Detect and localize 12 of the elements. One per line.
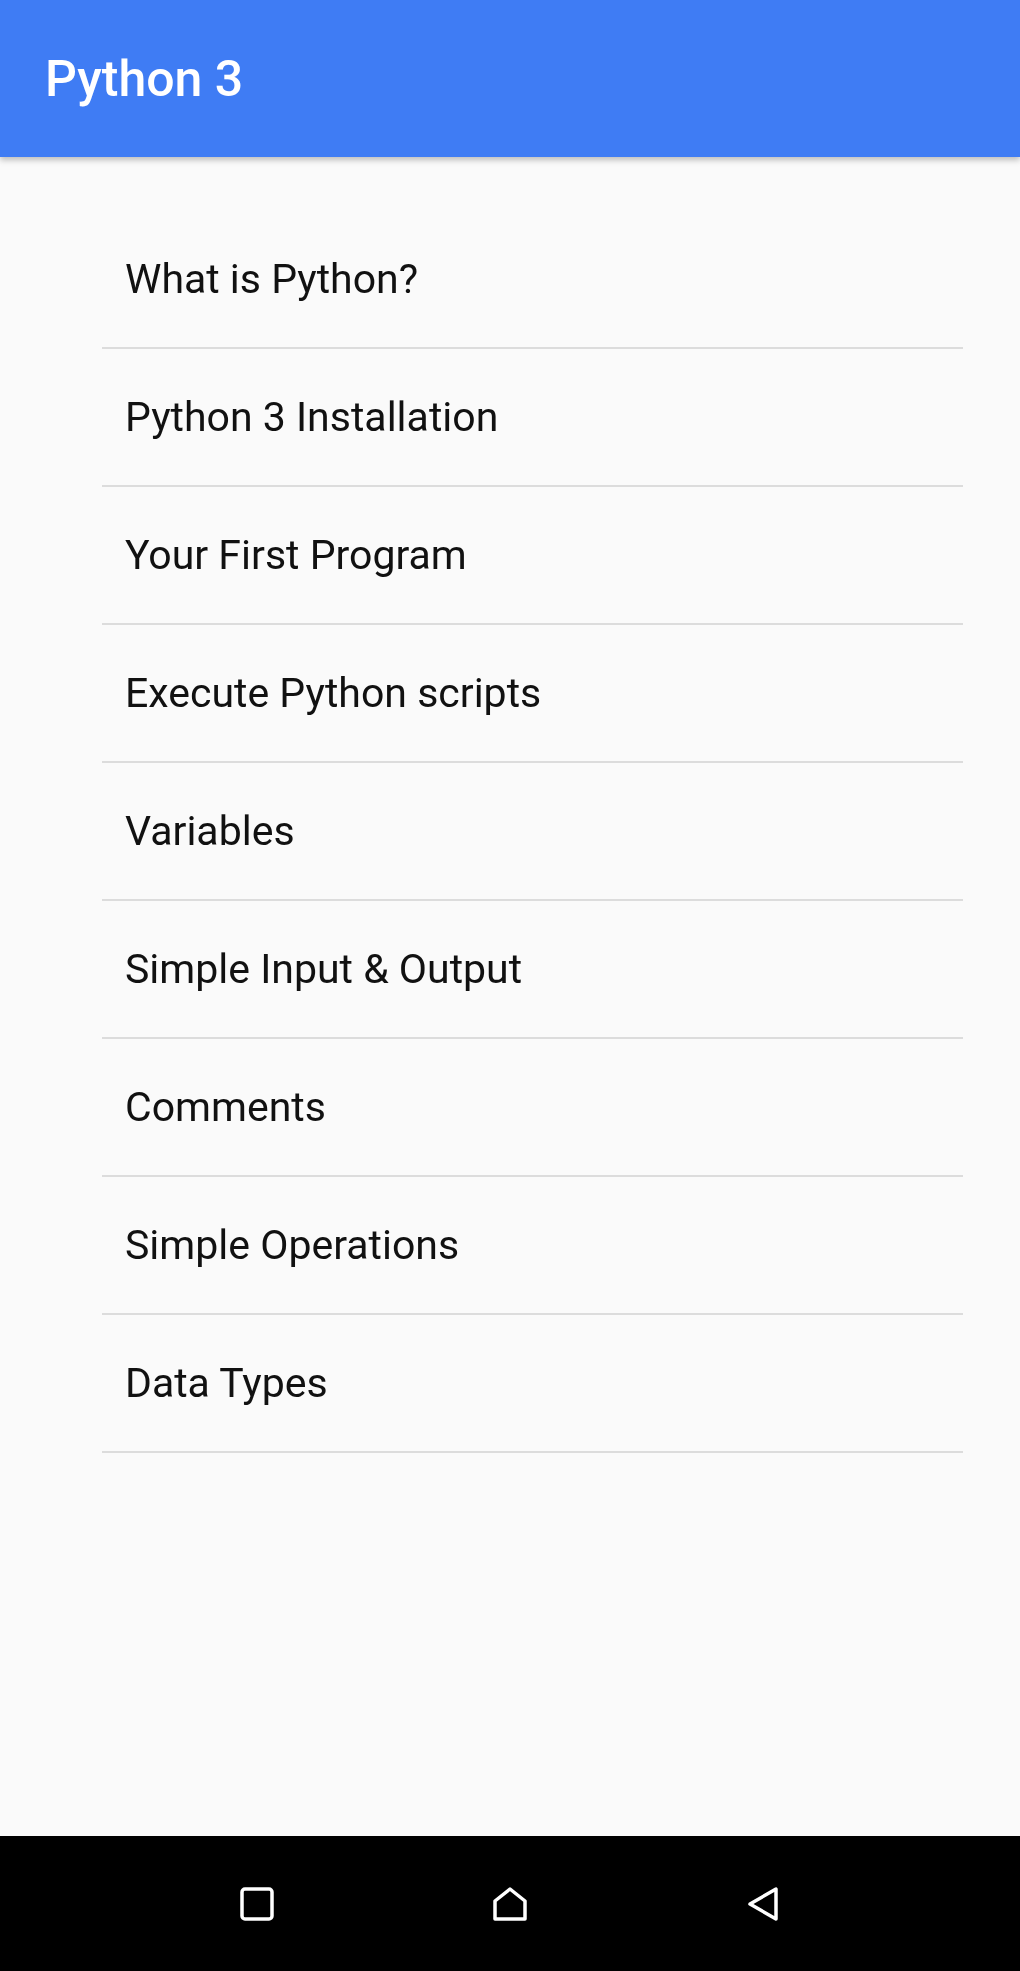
list-item[interactable]: Variables	[102, 763, 963, 901]
list-item[interactable]: Your First Program	[102, 487, 963, 625]
home-icon[interactable]	[491, 1884, 529, 1923]
list-item[interactable]: Simple Operations	[102, 1177, 963, 1315]
app-title: Python 3	[45, 49, 244, 108]
list-item[interactable]: Simple Input & Output	[102, 901, 963, 1039]
list-item[interactable]: Data Types	[102, 1315, 963, 1453]
list-item[interactable]: What is Python?	[102, 211, 963, 349]
recents-square-icon[interactable]	[237, 1884, 276, 1923]
list-item[interactable]: Comments	[102, 1039, 963, 1177]
list-item[interactable]: Execute Python scripts	[102, 625, 963, 763]
list-item[interactable]: Python 3 Installation	[102, 349, 963, 487]
